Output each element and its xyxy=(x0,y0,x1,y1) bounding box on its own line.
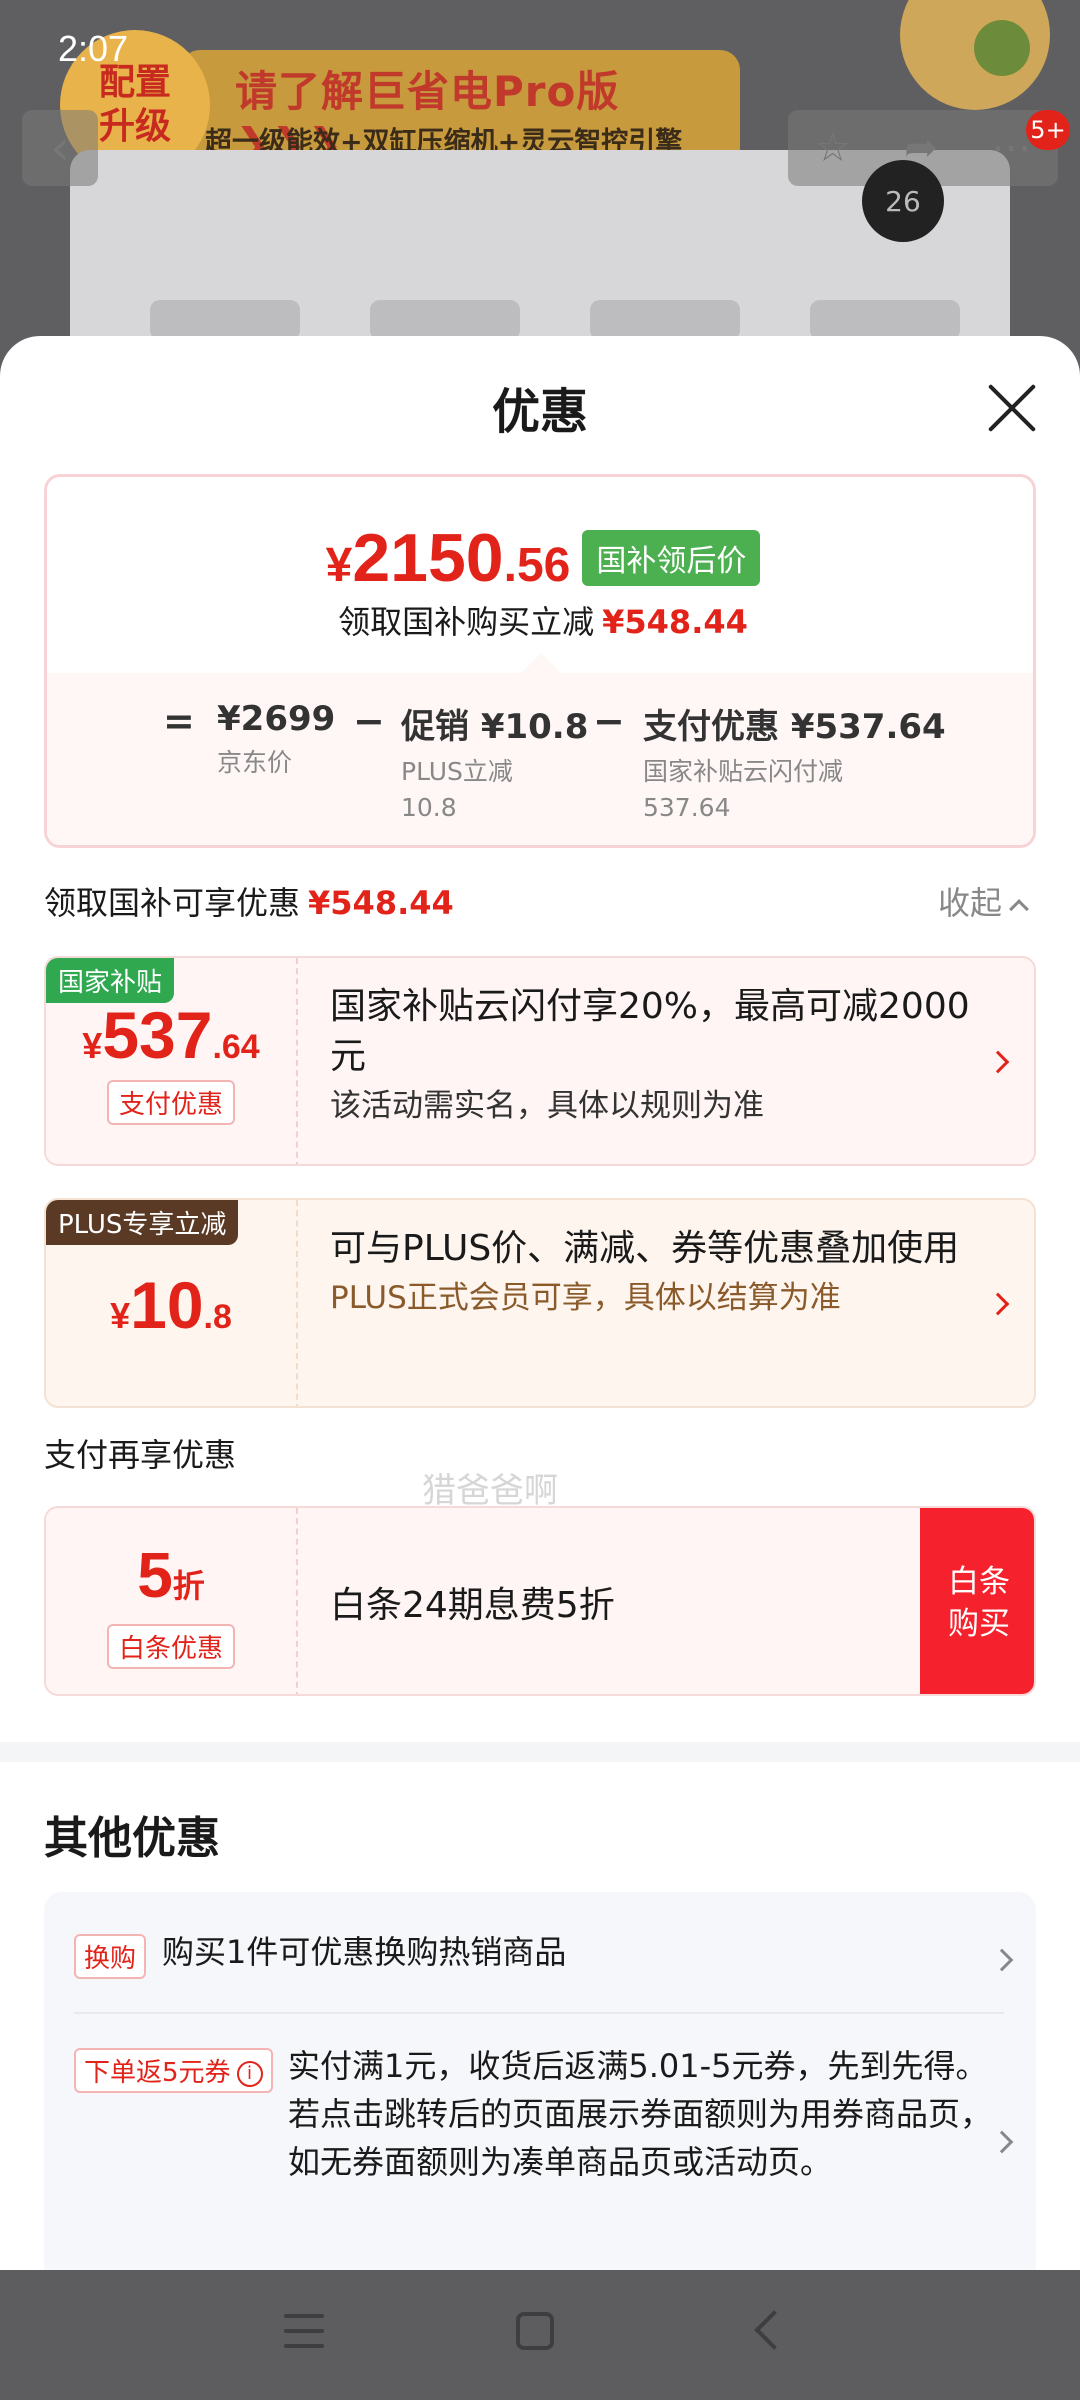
home-icon[interactable] xyxy=(516,2312,554,2350)
back-button[interactable]: ‹ xyxy=(22,110,98,186)
medal-graphic xyxy=(900,0,1050,110)
saving-line: 领取国补购买立减 ¥548.44 xyxy=(47,597,1033,643)
section-divider xyxy=(0,1742,1080,1762)
system-nav-bar xyxy=(0,2270,1080,2400)
other-offers-list: 换购 购买1件可优惠换购热销商品 下单返5元券 i 实付满1元，收货后返满5.01… xyxy=(44,1892,1036,2270)
offer-main-text: 国家补贴云闪付享20%，最高可减2000元 xyxy=(330,986,970,1077)
offer-sub-text: PLUS正式会员可享，具体以结算为准 xyxy=(330,1280,841,1316)
chevron-up-icon xyxy=(1009,899,1029,919)
jd-price-cell: ¥2699 京东价 xyxy=(217,699,335,781)
offer-sub-text: 该活动需实名，具体以规则为准 xyxy=(330,1088,764,1124)
equals-sign: = xyxy=(163,699,195,743)
exchange-tag: 换购 xyxy=(74,1934,147,1979)
offer-baitiao: 5折 白条优惠 白条24期息费5折 白条 购买 xyxy=(44,1506,1036,1696)
offer-text: 国家补贴云闪付享20%，最高可减2000元 该活动需实名，具体以规则为准 xyxy=(330,982,970,1130)
saving-amount: ¥548.44 xyxy=(602,603,748,641)
close-icon[interactable] xyxy=(984,380,1040,436)
offer-chip: 支付优惠 xyxy=(106,1079,235,1125)
back-icon: ‹ xyxy=(50,120,70,176)
jd-price: ¥2699 xyxy=(217,699,336,739)
star-icon[interactable]: ☆ xyxy=(815,125,851,171)
sheet-title: 优惠 xyxy=(491,384,588,440)
promo-label: PLUS立减 10.8 xyxy=(401,757,513,822)
other-offers-title: 其他优惠 xyxy=(44,1813,220,1864)
discount-sheet: 优惠 ¥2150.56 国补领后价 领取国补购买立减 ¥548.44 = ¥269… xyxy=(0,336,1080,2270)
baitiao-chip: 白条优惠 xyxy=(106,1623,235,1669)
nav-back-icon[interactable] xyxy=(754,2310,794,2350)
price-breakdown: = ¥2699 京东价 − 促销 ¥10.8 PLUS立减 10.8 − 支付优… xyxy=(47,673,1033,845)
baitiao-buy-button[interactable]: 白条 购买 xyxy=(920,1508,1034,1694)
menu-icon[interactable] xyxy=(284,2314,324,2350)
other-offer-coupon[interactable]: 下单返5元券 i 实付满1元，收货后返满5.01-5元券，先到先得。若点击跳转后的… xyxy=(74,2042,1004,2186)
list-divider xyxy=(74,2012,1004,2014)
baitiao-text: 白条24期息费5折 xyxy=(330,1585,615,1626)
subsidy-section-head: 领取国补可享优惠 ¥548.44 xyxy=(44,884,454,922)
promo-banner[interactable]: 配置 升级 请了解巨省电Pro版 ❯❯❯ 超一级能效+双缸压缩机+灵云智控引擎 xyxy=(60,20,740,180)
info-icon[interactable]: i xyxy=(236,2060,263,2087)
chevron-right-icon xyxy=(986,1292,1010,1316)
offer-main-text: 可与PLUS价、满减、券等优惠叠加使用 xyxy=(330,1228,960,1269)
final-price: ¥2150.56 xyxy=(325,520,571,596)
offer-tag: 国家补贴 xyxy=(46,958,175,1003)
jd-price-label: 京东价 xyxy=(217,748,293,777)
badge-line2: 升级 xyxy=(98,106,171,147)
promo-amount: 促销 ¥10.8 xyxy=(401,707,589,747)
baitiao-discount: 5折 xyxy=(137,1538,205,1611)
saving-label: 领取国补购买立减 xyxy=(338,603,595,641)
temperature-display: 26 xyxy=(862,160,944,242)
baitiao-discount-block: 5折 白条优惠 xyxy=(46,1508,298,1694)
status-time: 2:07 xyxy=(58,28,129,69)
watermark: 猎爸爸啊 xyxy=(422,1471,558,1511)
other-offer-exchange[interactable]: 换购 购买1件可优惠换购热销商品 xyxy=(74,1928,1004,1979)
offer-amount: ¥537.64 xyxy=(82,997,260,1072)
offer-tag: PLUS专享立减 xyxy=(46,1200,239,1245)
minus-sign: − xyxy=(353,699,385,743)
notification-badge: 5+ xyxy=(1026,110,1070,150)
pay-discount-cell: 支付优惠 ¥537.64 国家补贴云闪付减 537.64 xyxy=(643,699,946,826)
final-price-row: ¥2150.56 国补领后价 xyxy=(47,519,1033,597)
promo-cell: 促销 ¥10.8 PLUS立减 10.8 xyxy=(401,699,588,826)
offer-national-subsidy[interactable]: ¥537.64 支付优惠 国家补贴 国家补贴云闪付享20%，最高可减2000元 … xyxy=(44,956,1036,1166)
pay-discount-amount: 支付优惠 ¥537.64 xyxy=(643,707,946,747)
exchange-text: 购买1件可优惠换购热销商品 xyxy=(162,1933,567,1971)
price-summary-card: ¥2150.56 国补领后价 领取国补购买立减 ¥548.44 = ¥2699 京… xyxy=(44,474,1036,848)
collapse-button[interactable]: 收起 xyxy=(938,878,1029,924)
minus-sign-2: − xyxy=(593,699,625,743)
offer-plus-discount[interactable]: ¥10.8 PLUS专享立减 可与PLUS价、满减、券等优惠叠加使用 PLUS正… xyxy=(44,1198,1036,1408)
offer-text: 可与PLUS价、满减、券等优惠叠加使用 PLUS正式会员可享，具体以结算为准 xyxy=(330,1224,970,1322)
chevron-right-icon xyxy=(986,1050,1010,1074)
pay-discount-label: 国家补贴云闪付减 537.64 xyxy=(643,757,844,822)
final-price-tag: 国补领后价 xyxy=(582,530,761,586)
pay-section-head: 支付再享优惠 xyxy=(44,1436,237,1474)
coupon-tag: 下单返5元券 i xyxy=(74,2048,273,2093)
offer-amount: ¥10.8 xyxy=(110,1268,232,1342)
